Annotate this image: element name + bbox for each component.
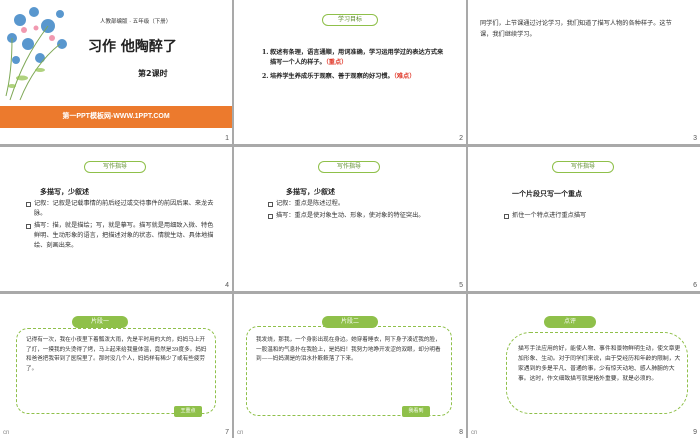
banner: 第一PPT模板网-WWW.1PPT.COM — [0, 106, 232, 128]
slide-4[interactable]: 写作指导 多描写，少叙述 记叙：记叙是记载事情的前后经过或交待事件的前因后果、来… — [0, 147, 232, 291]
slide-9[interactable]: 点评 描写手法应用的好，能使人物、事件和景物鲜明生动，使文章更加形象、生动。对于… — [468, 294, 700, 438]
slide-hash: cn — [471, 430, 478, 436]
goal-text-2: 培养学生养成乐于观察、善于观察的好习惯。 — [270, 73, 394, 80]
bullet-text: 记叙：记叙是记载事情的前后经过或交待事件的前因后果、来龙去脉。 — [34, 200, 214, 217]
corner-label: 我看到 — [402, 406, 430, 417]
slide-number: 6 — [693, 282, 697, 289]
section-pill: 点评 — [544, 316, 596, 328]
bullet-text: 描写：描，就是描绘；写，就是摹写。描写就是用细致入微、特色鲜明、生动形象的语言，… — [34, 222, 214, 249]
slide-number: 9 — [693, 429, 697, 436]
bullet-text: 描写：重点是使对象生动、形象，使对象的特征突出。 — [276, 212, 425, 219]
flower-image — [0, 0, 86, 104]
section-pill: 写作指导 — [318, 161, 380, 173]
slide-number: 5 — [459, 282, 463, 289]
goal-index-2: 2. — [262, 73, 269, 80]
bullet-item: 抓住一个特点进行重点描写 — [504, 211, 684, 221]
slide-number: 7 — [225, 429, 229, 436]
slide-hash: cn — [3, 430, 10, 436]
intro-text: 同学们，上节课通过讨论学习，我们知道了描写人物的各种样子。这节课，我们继续学习。 — [480, 20, 672, 38]
slide-6[interactable]: 写作指导 一个片段只写一个重点 抓住一个特点进行重点描写 6 — [468, 147, 700, 291]
slide-number: 8 — [459, 429, 463, 436]
bullet-list: 记叙：重点是陈述过程。 描写：重点是使对象生动、形象，使对象的特征突出。 — [268, 199, 448, 221]
goal-item-2: 2. 培养学生养成乐于观察、善于观察的好习惯。（难点） — [262, 72, 446, 82]
bullet-item: 描写：重点是使对象生动、形象，使对象的特征突出。 — [268, 211, 448, 221]
bullet-list: 抓住一个特点进行重点描写 — [504, 211, 684, 221]
excerpt-text: 记得有一次，我在小夜里下着瓢泼大雨，先是平时用的大的，妈妈马上开了灯，一摸我的头… — [26, 337, 207, 372]
slide-hash: cn — [237, 430, 244, 436]
slide-heading: 多描写，少叙述 — [286, 188, 335, 196]
goal-item-1: 1. 叙述有条理，语言通顺，用词准确，学习运用学过的表达方式来描写一个人的样子。… — [262, 48, 446, 68]
slide-subtitle: 人教部编版 · 五年级（下册） — [100, 19, 172, 25]
slide-number: 1 — [225, 135, 229, 142]
slide-2[interactable]: 学习目标 1. 叙述有条理，语言通顺，用词准确，学习运用学过的表达方式来描写一个… — [234, 0, 466, 144]
checkbox-icon — [504, 213, 509, 219]
checkbox-icon — [268, 213, 273, 219]
comment-text: 描写手法应用的好，能使人物、事件和景物鲜明生动，使文章更加形象、生动。对于同学们… — [518, 346, 681, 382]
slide-7[interactable]: 片段一 记得有一次，我在小夜里下着瓢泼大雨，先是平时用的大的，妈妈马上开了灯，一… — [0, 294, 232, 438]
bullet-text: 抓住一个特点进行重点描写 — [512, 212, 587, 219]
banner-text: 第一PPT模板网-WWW.1PPT.COM — [62, 113, 170, 120]
checkbox-icon — [26, 223, 31, 229]
goal-tag-2: （难点） — [393, 73, 416, 80]
bullet-item: 记叙：记叙是记载事情的前后经过或交待事件的前因后果、来龙去脉。 — [26, 199, 216, 219]
checkbox-icon — [26, 201, 31, 207]
slide-5[interactable]: 写作指导 多描写，少叙述 记叙：重点是陈述过程。 描写：重点是使对象生动、形象，… — [234, 147, 466, 291]
slide-heading: 多描写，少叙述 — [40, 188, 89, 196]
slide-8[interactable]: 片段二 我发烧，那我，一个身影出现在身边。她穿着睡衣，阿下身子凑近我的脸，一股温… — [234, 294, 466, 438]
slide-number: 3 — [693, 135, 697, 142]
slide-title: 习作 他陶醉了 — [88, 39, 177, 55]
slide-1[interactable]: 人教部编版 · 五年级（下册） 习作 他陶醉了 第2课时 第一PPT模板网-WW… — [0, 0, 232, 144]
bullet-list: 记叙：记叙是记载事情的前后经过或交待事件的前因后果、来龙去脉。 描写：描，就是描… — [26, 199, 216, 251]
excerpt-text: 我发烧，那我，一个身影出现在身边。她穿着睡衣，阿下身子凑近我的脸，一股温和的气息… — [256, 337, 441, 362]
section-pill: 写作指导 — [84, 161, 146, 173]
checkbox-icon — [268, 201, 273, 207]
slide-number: 2 — [459, 135, 463, 142]
section-pill: 片段一 — [72, 316, 128, 328]
goal-text-1: 叙述有条理，语言通顺，用词准确，学习运用学过的表达方式来描写一个人的样子。 — [270, 49, 444, 66]
lesson-label: 第2课时 — [138, 69, 168, 78]
goal-tag-1: （重点） — [325, 59, 348, 66]
bullet-item: 记叙：重点是陈述过程。 — [268, 199, 448, 209]
slide-heading: 一个片段只写一个重点 — [512, 190, 582, 198]
bullet-item: 描写：描，就是描绘；写，就是摹写。描写就是用细致入微、特色鲜明、生动形象的语言，… — [26, 221, 216, 251]
goal-index-1: 1. — [262, 49, 269, 56]
slide-number: 4 — [225, 282, 229, 289]
corner-label: 王重点 — [174, 406, 202, 417]
slide-3[interactable]: 同学们，上节课通过讨论学习，我们知道了描写人物的各种样子。这节课，我们继续学习。… — [468, 0, 700, 144]
section-pill: 写作指导 — [552, 161, 614, 173]
bullet-text: 记叙：重点是陈述过程。 — [276, 200, 345, 207]
section-pill: 学习目标 — [322, 14, 378, 26]
